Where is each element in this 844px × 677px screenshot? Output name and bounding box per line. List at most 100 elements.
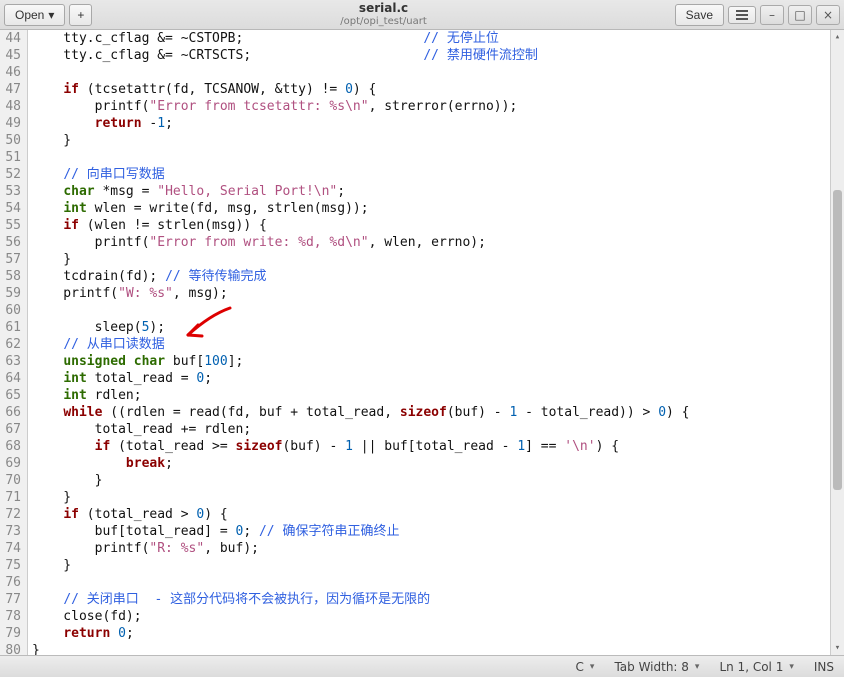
token-str: "R: %s" bbox=[149, 541, 204, 556]
code-line[interactable]: // 向串口写数据 bbox=[32, 166, 844, 183]
code-line[interactable]: if (tcsetattr(fd, TCSANOW, &tty) != 0) { bbox=[32, 81, 844, 98]
token-kw: if bbox=[63, 507, 79, 522]
token-num: 0 bbox=[118, 626, 126, 641]
scroll-up-button[interactable]: ▴ bbox=[831, 30, 844, 44]
code-line[interactable]: if (wlen != strlen(msg)) { bbox=[32, 217, 844, 234]
code-line[interactable]: total_read += rdlen; bbox=[32, 421, 844, 438]
token-plain: ; bbox=[243, 524, 259, 539]
code-line[interactable]: } bbox=[32, 557, 844, 574]
code-pane[interactable]: tty.c_cflag &= ~CSTOPB; // 无停止位 tty.c_cf… bbox=[28, 30, 844, 655]
token-plain: } bbox=[32, 643, 40, 655]
token-plain: printf( bbox=[32, 99, 149, 114]
chevron-down-icon: ▾ bbox=[48, 8, 54, 22]
open-button[interactable]: Open ▾ bbox=[4, 4, 65, 26]
code-line[interactable]: buf[total_read] = 0; // 确保字符串正确终止 bbox=[32, 523, 844, 540]
code-line[interactable]: return -1; bbox=[32, 115, 844, 132]
code-line[interactable]: } bbox=[32, 472, 844, 489]
code-line[interactable]: tty.c_cflag &= ~CSTOPB; // 无停止位 bbox=[32, 30, 844, 47]
code-line[interactable]: printf("Error from tcsetattr: %s\n", str… bbox=[32, 98, 844, 115]
hamburger-icon bbox=[736, 10, 748, 20]
token-plain: printf( bbox=[32, 235, 149, 250]
title-bar: Open ▾ + serial.c /opt/opi_test/uart Sav… bbox=[0, 0, 844, 30]
scroll-down-button[interactable]: ▾ bbox=[831, 641, 844, 655]
vertical-scrollbar[interactable]: ▴ ▾ bbox=[830, 30, 844, 655]
code-line[interactable]: while ((rdlen = read(fd, buf + total_rea… bbox=[32, 404, 844, 421]
cursor-position[interactable]: Ln 1, Col 1 bbox=[719, 660, 793, 674]
code-line[interactable] bbox=[32, 149, 844, 166]
code-line[interactable]: tcdrain(fd); // 等待传输完成 bbox=[32, 268, 844, 285]
code-line[interactable]: unsigned char buf[100]; bbox=[32, 353, 844, 370]
token-kw: if bbox=[95, 439, 111, 454]
save-button[interactable]: Save bbox=[675, 4, 724, 26]
new-tab-button[interactable]: + bbox=[69, 4, 92, 26]
code-line[interactable]: printf("Error from write: %d, %d\n", wle… bbox=[32, 234, 844, 251]
token-kw2: char bbox=[134, 354, 165, 369]
code-line[interactable]: break; bbox=[32, 455, 844, 472]
code-line[interactable]: close(fd); bbox=[32, 608, 844, 625]
code-line[interactable]: if (total_read > 0) { bbox=[32, 506, 844, 523]
token-num: 100 bbox=[204, 354, 227, 369]
window-controls: – □ × bbox=[760, 5, 840, 25]
token-plain bbox=[32, 184, 63, 199]
scrollbar-thumb[interactable] bbox=[833, 190, 842, 490]
token-plain bbox=[32, 371, 63, 386]
code-line[interactable]: } bbox=[32, 132, 844, 149]
code-line[interactable] bbox=[32, 64, 844, 81]
code-line[interactable]: printf("R: %s", buf); bbox=[32, 540, 844, 557]
code-line[interactable] bbox=[32, 574, 844, 591]
token-plain bbox=[32, 507, 63, 522]
token-plain: tty.c_cflag &= ~CRTSCTS; bbox=[32, 48, 423, 63]
code-line[interactable]: if (total_read >= sizeof(buf) - 1 || buf… bbox=[32, 438, 844, 455]
token-plain bbox=[32, 354, 63, 369]
token-plain bbox=[126, 354, 134, 369]
cursor-position-label: Ln 1, Col 1 bbox=[719, 660, 783, 674]
token-plain: ((rdlen = read(fd, buf + total_read, bbox=[102, 405, 399, 420]
code-line[interactable]: // 从串口读数据 bbox=[32, 336, 844, 353]
token-plain: ) { bbox=[666, 405, 689, 420]
minimize-button[interactable]: – bbox=[760, 5, 784, 25]
token-plain: - bbox=[142, 116, 158, 131]
code-line[interactable]: } bbox=[32, 251, 844, 268]
token-num: 1 bbox=[517, 439, 525, 454]
maximize-icon: □ bbox=[794, 8, 805, 22]
code-line[interactable]: int rdlen; bbox=[32, 387, 844, 404]
code-line[interactable]: tty.c_cflag &= ~CRTSCTS; // 禁用硬件流控制 bbox=[32, 47, 844, 64]
token-kw: if bbox=[63, 82, 79, 97]
window-title-area: serial.c /opt/opi_test/uart bbox=[96, 2, 670, 26]
code-line[interactable]: // 关闭串口 - 这部分代码将不会被执行，因为循环是无限的 bbox=[32, 591, 844, 608]
language-selector[interactable]: C bbox=[576, 660, 595, 674]
code-line[interactable]: sleep(5); bbox=[32, 319, 844, 336]
token-plain: wlen = write(fd, msg, strlen(msg)); bbox=[87, 201, 369, 216]
code-line[interactable]: return 0; bbox=[32, 625, 844, 642]
token-plain: rdlen; bbox=[87, 388, 142, 403]
token-plain: printf( bbox=[32, 286, 118, 301]
token-plain: tcdrain(fd); bbox=[32, 269, 165, 284]
token-plain: } bbox=[32, 490, 71, 505]
hamburger-menu-button[interactable] bbox=[728, 6, 756, 24]
code-line[interactable] bbox=[32, 302, 844, 319]
token-plain: tty.c_cflag &= ~CSTOPB; bbox=[32, 31, 423, 46]
token-kw: sizeof bbox=[400, 405, 447, 420]
code-line[interactable]: } bbox=[32, 489, 844, 506]
code-line[interactable]: } bbox=[32, 642, 844, 655]
token-str: "Hello, Serial Port!\n" bbox=[157, 184, 337, 199]
token-kw2: int bbox=[63, 201, 86, 216]
code-line[interactable]: printf("W: %s", msg); bbox=[32, 285, 844, 302]
code-line[interactable]: int wlen = write(fd, msg, strlen(msg)); bbox=[32, 200, 844, 217]
token-plain bbox=[110, 626, 118, 641]
code-line[interactable]: char *msg = "Hello, Serial Port!\n"; bbox=[32, 183, 844, 200]
token-plain: (buf) - bbox=[447, 405, 510, 420]
token-plain: close(fd); bbox=[32, 609, 142, 624]
token-num: 0 bbox=[345, 82, 353, 97]
code-line[interactable]: int total_read = 0; bbox=[32, 370, 844, 387]
tab-width-selector[interactable]: Tab Width: 8 bbox=[614, 660, 699, 674]
token-kw2: char bbox=[63, 184, 94, 199]
token-plain bbox=[32, 592, 63, 607]
token-plain: printf( bbox=[32, 541, 149, 556]
close-button[interactable]: × bbox=[816, 5, 840, 25]
token-plain: || buf[total_read - bbox=[353, 439, 517, 454]
insert-mode-indicator[interactable]: INS bbox=[814, 660, 834, 674]
maximize-button[interactable]: □ bbox=[788, 5, 812, 25]
token-plain: (wlen != strlen(msg)) { bbox=[79, 218, 267, 233]
token-plain: ) { bbox=[596, 439, 619, 454]
